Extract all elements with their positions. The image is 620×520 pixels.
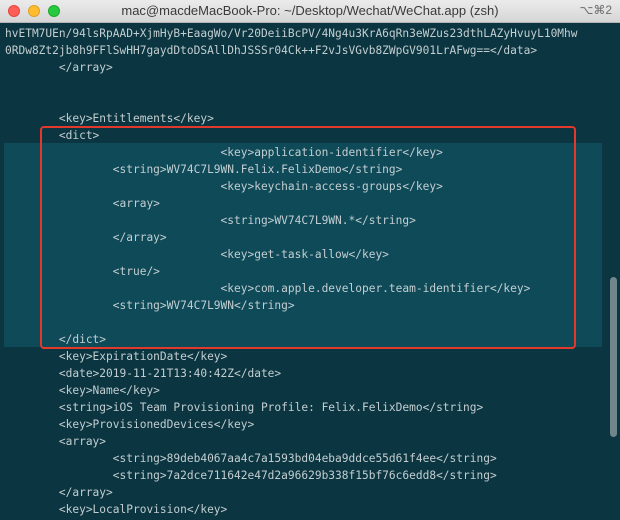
output-line: <string>iOS Team Provisioning Profile: F… (5, 401, 484, 414)
window-title: mac@macdeMacBook-Pro: ~/Desktop/Wechat/W… (121, 3, 499, 18)
output-line: <key>Name</key> (5, 384, 160, 397)
output-line: </array> (5, 486, 113, 499)
output-line: <key>ProvisionedDevices</key> (5, 418, 255, 431)
title-bar[interactable]: mac@macdeMacBook-Pro: ~/Desktop/Wechat/W… (0, 0, 620, 23)
output-line: <key>ExpirationDate</key> (5, 350, 228, 363)
output-line: 0RDw8Zt2jb8h9FFlSwHH7gaydDtoDSAllDhJSSSr… (5, 44, 538, 57)
output-line: <key>LocalProvision</key> (5, 503, 228, 516)
vertical-scrollbar[interactable] (606, 23, 620, 520)
terminal-window: mac@macdeMacBook-Pro: ~/Desktop/Wechat/W… (0, 0, 620, 520)
output-line: <string>7a2dce711642e47d2a96629b338f15bf… (5, 469, 497, 482)
output-line: </array> (5, 61, 113, 74)
output-line: <array> (5, 435, 107, 448)
output-line: <string>89deb4067aa4c7a1593bd04eba9ddce5… (5, 452, 497, 465)
tab-shortcut-label: ⌥⌘2 (579, 3, 612, 17)
output-line: <key>Entitlements</key> (5, 112, 214, 125)
scrollbar-thumb[interactable] (610, 277, 617, 437)
output-line: <date>2019-11-21T13:40:42Z</date> (5, 367, 282, 380)
output-line: hvETM7UEn/94lsRpAAD+XjmHyB+EaagWo/Vr20De… (5, 27, 578, 40)
red-annotation-box (40, 126, 576, 349)
terminal-output[interactable]: hvETM7UEn/94lsRpAAD+XjmHyB+EaagWo/Vr20De… (0, 23, 606, 520)
